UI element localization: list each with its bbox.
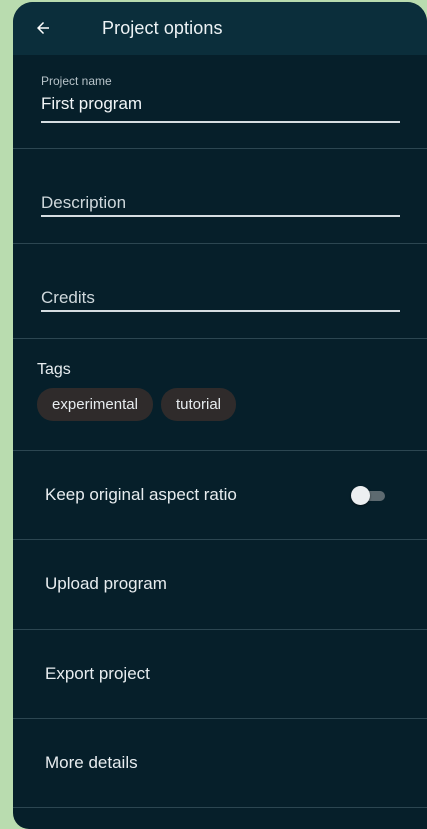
divider [13, 243, 427, 244]
divider [13, 807, 427, 808]
tags-title: Tags [37, 361, 71, 378]
credits-underline [41, 310, 400, 312]
keep-aspect-ratio-label: Keep original aspect ratio [45, 485, 237, 504]
more-details-row[interactable]: More details [13, 719, 427, 807]
project-name-underline [41, 121, 400, 123]
project-name-label: Project name [41, 74, 112, 88]
project-name-value[interactable]: First program [41, 94, 142, 114]
page-title: Project options [102, 18, 223, 38]
more-details-label: More details [45, 753, 138, 772]
project-name-field[interactable]: Project name First program [41, 74, 400, 126]
phone-screen: Project options Project name First progr… [13, 2, 427, 829]
upload-program-label: Upload program [45, 574, 167, 593]
export-project-row[interactable]: Export project [13, 630, 427, 718]
app-bar: Project options [13, 2, 427, 55]
arrow-back-icon [37, 22, 49, 34]
description-underline [41, 215, 400, 217]
tag-chip-tutorial[interactable]: tutorial [161, 388, 236, 421]
divider [13, 148, 427, 149]
credits-placeholder: Credits [41, 288, 95, 307]
description-field[interactable]: Description [41, 187, 400, 219]
description-placeholder: Description [41, 193, 127, 212]
toggle-thumb [351, 486, 370, 505]
back-button[interactable] [25, 10, 61, 46]
credits-field[interactable]: Credits [41, 282, 400, 314]
aspect-ratio-toggle[interactable] [351, 485, 387, 507]
tag-chip-experimental[interactable]: experimental [37, 388, 153, 421]
divider [13, 338, 427, 339]
upload-program-row[interactable]: Upload program [13, 540, 427, 628]
export-project-label: Export project [45, 664, 150, 683]
